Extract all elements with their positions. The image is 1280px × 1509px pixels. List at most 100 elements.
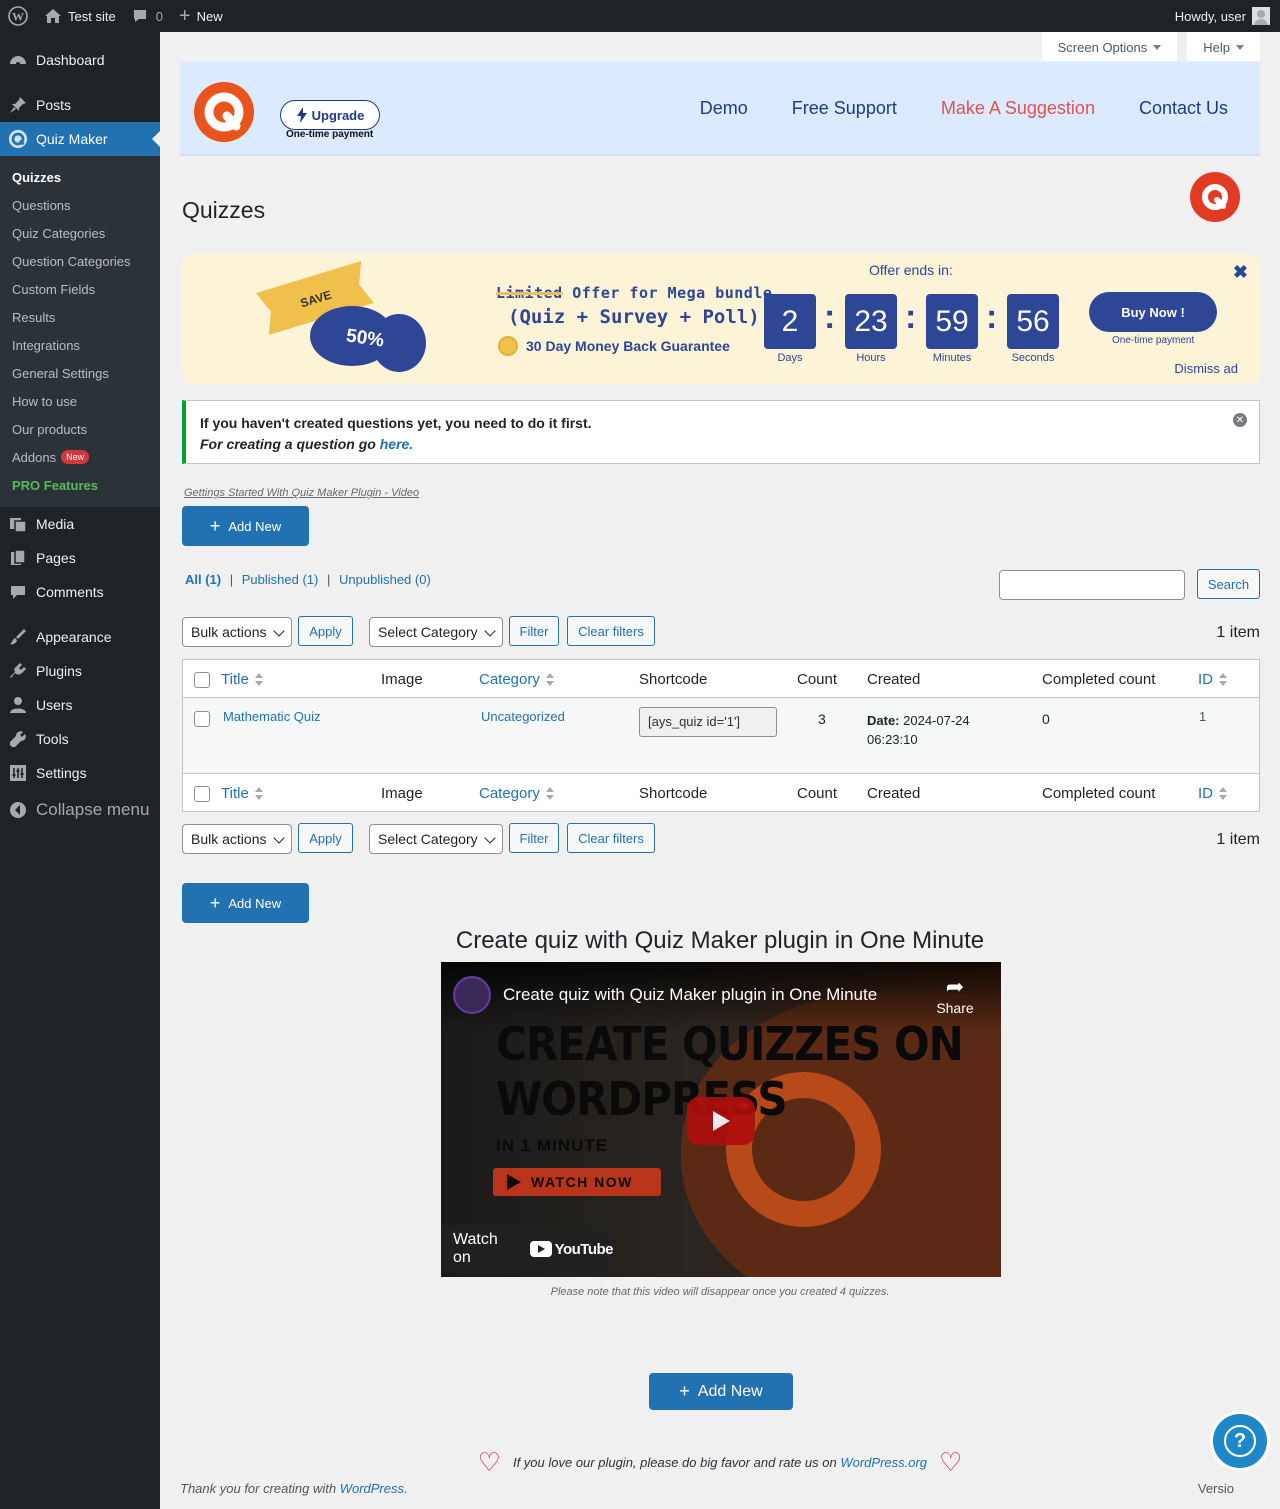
add-new-button[interactable]: + Add New <box>182 506 309 546</box>
dismiss-notice-icon[interactable]: ✕ <box>1233 413 1247 427</box>
user-icon <box>8 695 28 715</box>
wordpress-logo-icon[interactable]: W <box>0 0 36 32</box>
wordpress-org-link[interactable]: WordPress.org <box>840 1455 927 1470</box>
submenu-integrations[interactable]: Integrations <box>0 331 160 359</box>
video-title[interactable]: Create quiz with Quiz Maker plugin in On… <box>503 985 877 1005</box>
thumbnail-watch-now: WATCH NOW <box>493 1168 661 1196</box>
nav-free-support[interactable]: Free Support <box>792 98 897 119</box>
play-button[interactable] <box>687 1097 755 1145</box>
watch-on-youtube-button[interactable]: Watch on YouTube <box>441 1225 614 1273</box>
caret-down-icon <box>1153 45 1162 50</box>
column-title[interactable]: Title <box>221 671 263 688</box>
nav-make-suggestion[interactable]: Make A Suggestion <box>941 98 1095 119</box>
submenu-quiz-categories[interactable]: Quiz Categories <box>0 219 160 247</box>
add-new-button-center[interactable]: + Add New <box>649 1373 793 1410</box>
submenu-question-categories[interactable]: Question Categories <box>0 247 160 275</box>
quiz-title-link[interactable]: Mathematic Quiz <box>223 709 321 724</box>
menu-settings[interactable]: Settings <box>0 756 160 790</box>
notice-line-1: If you haven't created questions yet, yo… <box>200 415 592 431</box>
search-button[interactable]: Search <box>1197 569 1260 599</box>
submenu-addons[interactable]: Addons New <box>0 443 160 471</box>
menu-plugins[interactable]: Plugins <box>0 654 160 688</box>
column-category[interactable]: Category <box>479 671 554 688</box>
submenu-general-settings[interactable]: General Settings <box>0 359 160 387</box>
clear-filters-button-bottom[interactable]: Clear filters <box>567 823 655 853</box>
menu-dashboard[interactable]: Dashboard <box>0 43 160 77</box>
channel-avatar[interactable] <box>453 976 491 1014</box>
select-all-checkbox[interactable] <box>194 672 210 688</box>
column-category[interactable]: Category <box>479 785 554 802</box>
submenu-quizzes[interactable]: Quizzes <box>0 163 160 191</box>
filter-button[interactable]: Filter <box>509 616 559 646</box>
upgrade-button[interactable]: Upgrade <box>280 100 380 130</box>
help-button[interactable]: Help <box>1187 32 1260 61</box>
menu-appearance[interactable]: Appearance <box>0 620 160 654</box>
caret-down-icon <box>1236 45 1244 50</box>
comments-link[interactable]: 0 <box>124 0 171 32</box>
notice-here-link[interactable]: here. <box>380 436 413 452</box>
my-account[interactable]: Howdy, user <box>1175 7 1280 25</box>
column-count: Count <box>797 785 838 802</box>
share-button[interactable]: ➦ Share <box>929 974 981 1016</box>
column-id[interactable]: ID <box>1198 671 1227 688</box>
collapse-menu-button[interactable]: Collapse menu <box>0 790 160 830</box>
select-all-checkbox[interactable] <box>194 786 210 802</box>
apply-button-bottom[interactable]: Apply <box>298 823 353 853</box>
menu-posts[interactable]: Posts <box>0 88 160 122</box>
buy-note: One-time payment <box>1112 335 1195 346</box>
select-category[interactable]: Select Category <box>369 617 503 647</box>
getting-started-video-link[interactable]: Gettings Started With Quiz Maker Plugin … <box>184 487 419 499</box>
nav-contact-us[interactable]: Contact Us <box>1139 98 1228 119</box>
nav-demo[interactable]: Demo <box>700 98 748 119</box>
apply-button[interactable]: Apply <box>298 616 353 646</box>
add-new-button-bottom[interactable]: + Add New <box>182 883 309 923</box>
quiz-maker-logo-icon[interactable] <box>194 82 254 142</box>
search-input[interactable] <box>999 570 1185 600</box>
submenu-pro-features[interactable]: PRO Features <box>0 471 160 499</box>
submenu-custom-fields[interactable]: Custom Fields <box>0 275 160 303</box>
chevron-down-icon <box>273 625 285 637</box>
bulk-actions-select[interactable]: Bulk actions <box>182 617 292 647</box>
menu-media[interactable]: Media <box>0 507 160 541</box>
dismiss-ad-link[interactable]: Dismiss ad <box>1174 361 1238 376</box>
row-checkbox[interactable] <box>194 711 210 727</box>
view-all[interactable]: All (1) <box>185 572 221 587</box>
help-chat-button[interactable]: ? <box>1210 1411 1270 1471</box>
shortcode-field[interactable]: [ays_quiz id='1'] <box>639 707 777 737</box>
column-title[interactable]: Title <box>221 785 263 802</box>
menu-users[interactable]: Users <box>0 688 160 722</box>
submenu-how-to-use[interactable]: How to use <box>0 387 160 415</box>
wordpress-link[interactable]: WordPress <box>340 1481 404 1496</box>
countdown-separator: : <box>986 298 998 336</box>
menu-comments[interactable]: Comments <box>0 575 160 609</box>
countdown-separator: : <box>905 298 917 336</box>
quiz-category-link[interactable]: Uncategorized <box>481 709 565 724</box>
column-completed-count: Completed count <box>1042 785 1156 802</box>
upgrade-note: One-time payment <box>286 129 374 140</box>
view-published[interactable]: Published (1) <box>242 572 319 587</box>
site-name-link[interactable]: Test site <box>36 0 124 32</box>
new-content-link[interactable]: + New <box>171 0 231 32</box>
buy-now-button[interactable]: Buy Now ! <box>1089 292 1217 332</box>
svg-text:W: W <box>12 10 24 24</box>
select-category-bottom[interactable]: Select Category <box>369 824 503 854</box>
bulk-actions-select-bottom[interactable]: Bulk actions <box>182 824 292 854</box>
youtube-logo-icon: YouTube <box>529 1241 614 1258</box>
view-unpublished[interactable]: Unpublished (0) <box>339 572 431 587</box>
clear-filters-button[interactable]: Clear filters <box>567 616 655 646</box>
screen-options-button[interactable]: Screen Options <box>1041 32 1178 61</box>
submenu-results[interactable]: Results <box>0 303 160 331</box>
media-icon <box>8 514 28 534</box>
menu-tools[interactable]: Tools <box>0 722 160 756</box>
menu-quiz-maker[interactable]: Quiz Maker <box>0 122 160 156</box>
quiz-maker-round-logo-icon[interactable] <box>1190 172 1240 222</box>
column-id[interactable]: ID <box>1198 785 1227 802</box>
column-shortcode: Shortcode <box>639 671 708 688</box>
youtube-video-embed[interactable]: CREATE QUIZZES ON WORDPRESS IN 1 MINUTE W… <box>441 962 1001 1277</box>
submenu-questions[interactable]: Questions <box>0 191 160 219</box>
filter-button-bottom[interactable]: Filter <box>509 823 559 853</box>
table-row: Mathematic Quiz Uncategorized [ays_quiz … <box>183 698 1259 774</box>
menu-pages[interactable]: Pages <box>0 541 160 575</box>
submenu-our-products[interactable]: Our products <box>0 415 160 443</box>
close-icon[interactable]: ✖ <box>1233 262 1248 283</box>
